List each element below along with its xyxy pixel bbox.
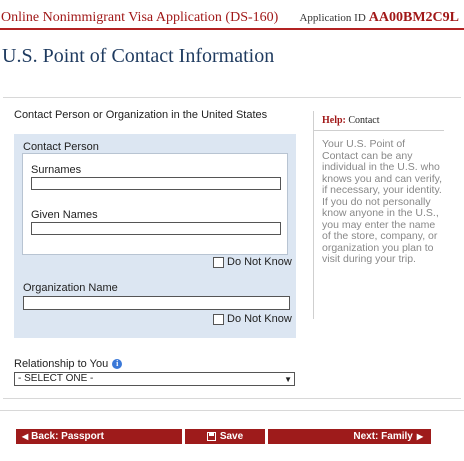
contact-form-panel: Contact Person or Organization in the Un… (3, 97, 461, 399)
help-topic: Contact (348, 115, 380, 126)
contact-person-fields: Surnames Given Names (22, 153, 288, 255)
given-names-input[interactable] (31, 222, 281, 235)
back-button-label: Back: Passport (31, 431, 104, 442)
page-title: U.S. Point of Contact Information (2, 45, 275, 67)
app-title: Online Nonimmigrant Visa Application (DS… (1, 10, 279, 25)
contact-person-group: Contact Person Surnames Given Names Do N… (14, 134, 296, 338)
contact-do-not-know[interactable]: Do Not Know (213, 256, 292, 268)
organization-do-not-know[interactable]: Do Not Know (213, 313, 292, 325)
organization-do-not-know-checkbox[interactable] (213, 313, 224, 325)
next-button[interactable]: Next: Family ▶ (268, 429, 431, 444)
application-id-label: Application ID (299, 12, 366, 24)
app-header: Online Nonimmigrant Visa Application (DS… (0, 0, 464, 30)
organization-name-input[interactable] (23, 296, 290, 310)
save-button-label: Save (219, 431, 244, 442)
help-heading: Help: (322, 115, 346, 126)
next-button-label: Next: Family (353, 431, 413, 442)
organization-do-not-know-label: Do Not Know (227, 313, 292, 325)
contact-do-not-know-label: Do Not Know (227, 256, 292, 268)
info-icon[interactable]: i (112, 359, 123, 369)
organization-name-label: Organization Name (23, 282, 118, 294)
help-title: Help: Contact (313, 111, 444, 131)
surnames-label: Surnames (31, 164, 82, 176)
save-icon (206, 432, 216, 441)
chevron-right-icon: ▶ (416, 432, 423, 441)
chevron-down-icon: ▼ (284, 375, 292, 384)
relationship-label: Relationship to You (14, 358, 109, 370)
surnames-input[interactable] (31, 177, 281, 190)
given-names-label: Given Names (31, 209, 98, 221)
contact-do-not-know-checkbox[interactable] (213, 256, 224, 268)
help-panel: Help: Contact Your U.S. Point of Contact… (313, 111, 444, 319)
relationship-label-row: Relationship to You i (14, 358, 123, 370)
save-button[interactable]: Save (185, 429, 265, 444)
relationship-select[interactable]: - SELECT ONE - ▼ (14, 372, 295, 386)
relationship-selected-value: - SELECT ONE - (18, 373, 94, 384)
section-title: Contact Person or Organization in the Un… (14, 109, 268, 121)
application-id: Application ID AA00BM2C9L (299, 10, 459, 26)
application-id-value: AA00BM2C9L (368, 10, 459, 25)
contact-person-legend: Contact Person (23, 141, 99, 153)
help-text: Your U.S. Point of Contact can be any in… (313, 131, 444, 319)
back-button[interactable]: ◀ Back: Passport (16, 429, 182, 444)
chevron-left-icon: ◀ (22, 432, 29, 441)
